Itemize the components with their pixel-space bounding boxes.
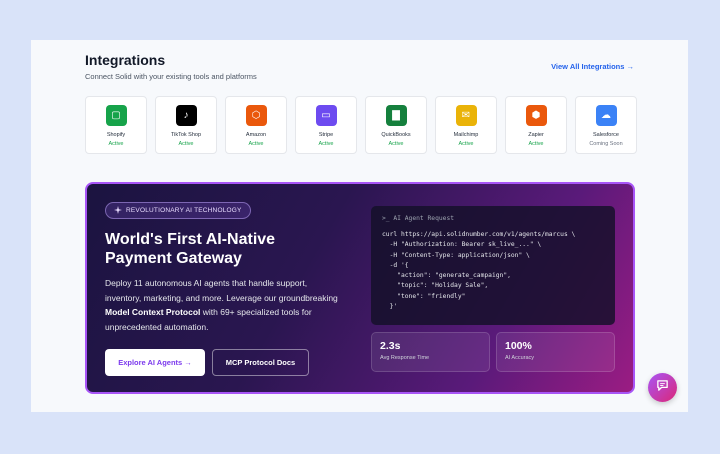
credit-card-icon: ▭ [315,105,337,126]
ai-technology-badge: REVOLUTIONARY AI TECHNOLOGY [105,202,251,219]
code-line: -H "Authorization: Bearer sk_live_..." \ [382,241,542,249]
integration-status: Active [318,141,334,147]
mail-icon: ✉ [455,105,477,126]
integration-name: TikTok Shop [170,132,202,138]
integration-status: Active [178,141,194,147]
code-snippet: >_ AI Agent Request curl https://api.sol… [371,206,615,325]
code-header: >_ AI Agent Request [382,215,455,222]
ai-hero-banner: REVOLUTIONARY AI TECHNOLOGY World's Firs… [85,182,635,394]
integration-status: Active [458,141,474,147]
stat-response-time: 2.3s Avg Response Time [371,332,490,372]
integration-name: Shopify [106,132,126,138]
integration-status: Active [248,141,264,147]
chat-bubble-icon [656,379,669,397]
integrations-panel: Integrations Connect Solid with your exi… [31,40,688,412]
integration-status: Active [108,141,124,147]
integration-name: QuickBooks [381,132,411,138]
code-line: -d '{ [382,261,409,269]
hero-title: World's First AI-Native Payment Gateway [105,231,276,267]
mcp-protocol-docs-button[interactable]: MCP Protocol Docs [212,349,309,376]
integrations-title: Integrations [85,52,166,68]
stat-value: 2.3s [380,340,401,352]
stat-label: Avg Response Time [380,355,430,361]
box-icon: ⬡ [245,105,267,126]
integration-cards: ▢ Shopify Active ♪ TikTok Shop Active ⬡ Amazon A… [85,96,637,154]
shopping-bag-icon: ▢ [105,105,127,126]
integration-name: Zapier [528,132,544,138]
integration-name: Mailchimp [453,132,479,138]
integration-card-salesforce[interactable]: ☁ Salesforce Coming Soon [575,96,637,154]
code-line: -H "Content-Type: application/json" \ [382,251,530,259]
stat-accuracy: 100% AI Accuracy [496,332,615,372]
badge-label: REVOLUTIONARY AI TECHNOLOGY [126,207,242,214]
code-line: curl https://api.solidnumber.com/v1/agen… [382,231,576,238]
music-note-icon: ♪ [175,105,197,126]
code-line: "tone": "friendly" [382,292,466,300]
integration-status: Active [388,141,404,147]
integration-card-mailchimp[interactable]: ✉ Mailchimp Active [435,96,497,154]
stat-label: AI Accuracy [505,355,535,361]
integrations-subtitle: Connect Solid with your existing tools a… [85,72,257,81]
integration-name: Salesforce [593,132,619,138]
integration-card-stripe[interactable]: ▭ Stripe Active [295,96,357,154]
integration-card-quickbooks[interactable]: ▇ QuickBooks Active [365,96,427,154]
hero-description: Deploy 11 autonomous AI agents that hand… [105,276,345,334]
bar-chart-icon: ▇ [385,105,407,126]
code-line: "topic": "Holiday Sale", [382,282,489,290]
integration-status: Active [528,141,544,147]
chat-launcher-button[interactable] [648,373,677,402]
integration-status: Coming Soon [589,141,623,147]
integration-card-zapier[interactable]: ⬢ Zapier Active [505,96,567,154]
sparkle-icon [114,205,122,216]
hero-body-text: Deploy 11 autonomous AI agents that hand… [105,278,338,303]
mcp-highlight: Model Context Protocol [105,307,201,317]
code-line: }' [382,303,398,311]
integration-card-tiktok-shop[interactable]: ♪ TikTok Shop Active [155,96,217,154]
zap-icon: ⬢ [525,105,547,126]
integration-name: Stripe [318,132,334,138]
view-all-integrations-link[interactable]: View All Integrations → [551,62,634,71]
code-line: "action": "generate_campaign", [382,272,511,280]
integration-card-shopify[interactable]: ▢ Shopify Active [85,96,147,154]
integration-name: Amazon [245,132,267,138]
stat-value: 100% [505,340,532,352]
explore-ai-agents-button[interactable]: Explore AI Agents → [105,349,205,376]
cloud-icon: ☁ [595,105,617,126]
code-body: curl https://api.solidnumber.com/v1/agen… [382,230,604,312]
integration-card-amazon[interactable]: ⬡ Amazon Active [225,96,287,154]
